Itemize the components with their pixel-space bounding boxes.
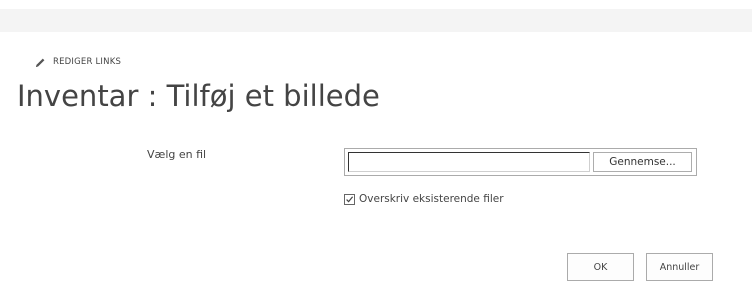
overwrite-option[interactable]: Overskriv eksisterende filer — [344, 192, 504, 206]
checkmark-icon — [346, 195, 354, 202]
overwrite-label: Overskriv eksisterende filer — [359, 193, 504, 205]
file-field-label: Vælg en fil — [147, 148, 207, 161]
edit-links-label: REDIGER LINKS — [53, 57, 122, 67]
ok-button[interactable]: OK — [567, 253, 634, 281]
file-upload-control: Gennemse... — [344, 148, 697, 176]
file-path-input[interactable] — [348, 152, 590, 172]
pencil-icon — [33, 55, 47, 69]
page-title: Inventar : Tilføj et billede — [17, 79, 380, 113]
overwrite-checkbox[interactable] — [344, 193, 355, 205]
cancel-button[interactable]: Annuller — [646, 253, 713, 281]
top-bar — [0, 9, 752, 32]
edit-links-link[interactable]: REDIGER LINKS — [33, 55, 121, 69]
browse-button[interactable]: Gennemse... — [593, 152, 692, 172]
